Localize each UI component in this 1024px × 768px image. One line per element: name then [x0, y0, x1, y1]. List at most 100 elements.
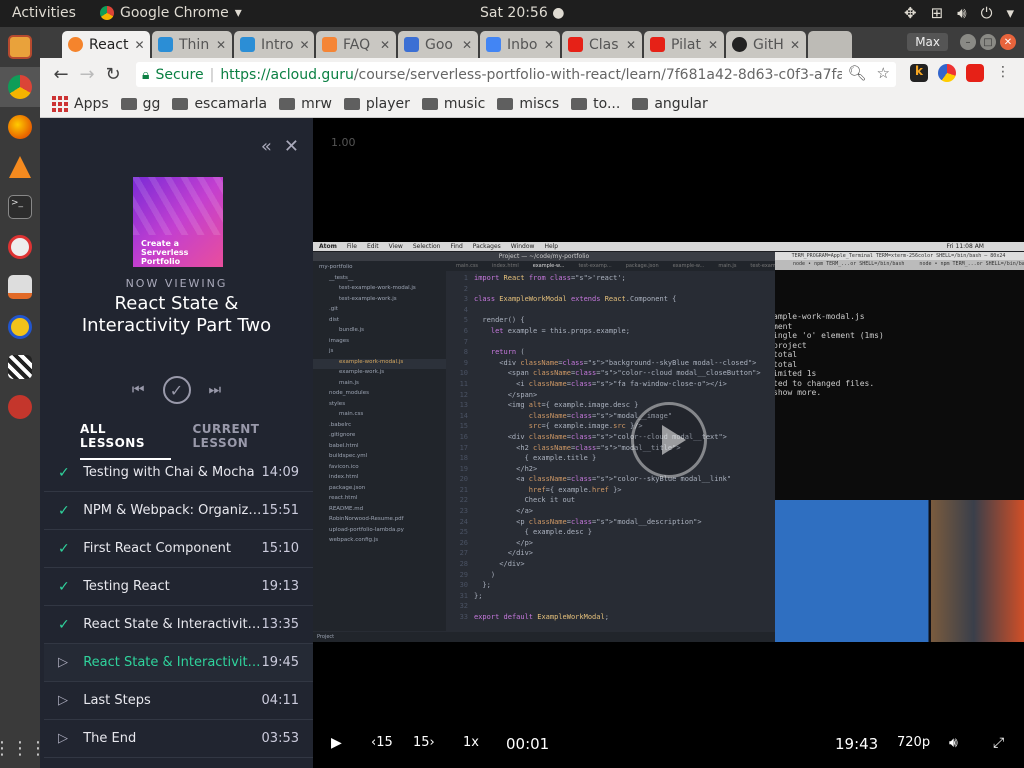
lesson-item-current[interactable]: ▷ React State & Interactivity Pa...19:45	[44, 644, 313, 682]
collapse-icon[interactable]: «	[261, 136, 272, 157]
code-line: 25 { example.desc }	[459, 528, 593, 537]
dock-terminal[interactable]: >_	[0, 187, 40, 227]
close-icon[interactable]: ✕	[544, 38, 554, 52]
desktop-wallpaper	[773, 500, 1024, 642]
close-icon[interactable]: ✕	[790, 38, 800, 52]
forward-button[interactable]: 15›	[413, 735, 435, 750]
dock-firefox[interactable]	[0, 107, 40, 147]
bookmark-folder[interactable]: gg	[120, 96, 160, 112]
play-circle-icon: ▷	[58, 655, 68, 670]
tab-inbox[interactable]: Inbo ✕	[480, 31, 560, 58]
url-path: /course/serverless-portfolio-with-react/…	[353, 66, 891, 83]
reload-button[interactable]: ↻	[100, 64, 126, 85]
dock-clapper[interactable]	[0, 347, 40, 387]
playback-rate-button[interactable]: 1x	[463, 735, 479, 750]
tab-intro[interactable]: Intro ✕	[234, 31, 314, 58]
tab-google[interactable]: Goo ✕	[398, 31, 478, 58]
app-menu[interactable]: Google Chrome ▾	[100, 5, 242, 21]
tab-react[interactable]: React ✕	[62, 31, 150, 58]
volume-icon[interactable]: 🔊︎	[957, 4, 966, 22]
dock-files[interactable]	[0, 27, 40, 67]
bookmark-label: angular	[654, 95, 708, 112]
tree-item: index.html	[329, 474, 359, 480]
rewind-button[interactable]: ‹15	[371, 735, 393, 750]
lesson-item[interactable]: ▷ The End 03:53	[44, 720, 313, 758]
close-icon[interactable]: ✕	[284, 136, 299, 157]
close-icon[interactable]: ✕	[300, 38, 310, 52]
bookmark-folder[interactable]: to...	[571, 96, 620, 112]
dock-help[interactable]	[0, 227, 40, 267]
video-player[interactable]: 1.00 Atom File Edit View Selection Find …	[313, 118, 1024, 768]
tab-faq[interactable]: FAQ ✕	[316, 31, 396, 58]
dock-vlc[interactable]	[0, 147, 40, 187]
tab-label: Inbo	[507, 36, 538, 53]
play-overlay-icon[interactable]	[631, 402, 707, 478]
terminal-line: ment	[773, 321, 793, 331]
close-button[interactable]: ✕	[1000, 34, 1016, 50]
profile-button[interactable]: Max	[907, 33, 948, 51]
lesson-item[interactable]: ✓ Testing React 19:13	[44, 568, 313, 606]
bookmark-folder[interactable]: miscs	[497, 96, 559, 112]
lesson-item[interactable]: ✓ NPM & Webpack: Organizing ...15:51	[44, 492, 313, 530]
dock-headphones[interactable]	[0, 307, 40, 347]
maximize-button[interactable]: □	[980, 34, 996, 50]
lesson-item[interactable]: ✓ Testing with Chai & Mocha 14:09	[44, 454, 313, 492]
lesson-name: Last Steps	[83, 693, 151, 708]
clock[interactable]: Sat 20:56 ●	[480, 5, 564, 21]
bookmark-folder[interactable]: angular	[632, 95, 708, 112]
dropbox-icon[interactable]: ✥	[904, 4, 917, 22]
complete-check-icon[interactable]: ✓	[162, 376, 191, 404]
close-icon[interactable]: ✕	[462, 38, 472, 52]
close-icon[interactable]: ✕	[134, 38, 144, 52]
menu-icon[interactable]: ⋮	[994, 64, 1012, 82]
browser-window: React ✕ Thin ✕ Intro ✕ FAQ ✕ Goo ✕ Inbo ✕ Clas…	[40, 27, 1024, 118]
previous-lesson-icon[interactable]: ⏮	[132, 382, 145, 398]
network-icon[interactable]: ⊞	[931, 4, 944, 22]
show-apps-button[interactable]: ⋮⋮⋮	[0, 728, 47, 768]
folder-icon	[571, 97, 588, 110]
code-line: 13 <img alt={ example.image.desc }	[459, 401, 639, 410]
address-bar[interactable]: 🔒︎ Secure | https://acloud.guru/course/s…	[136, 62, 896, 87]
tab-classes[interactable]: Clas ✕	[562, 31, 642, 58]
power-icon[interactable]: ⏻	[981, 4, 993, 22]
code-line: 10 <span className=class="s">"color--clo…	[459, 369, 761, 378]
zoom-icon[interactable]: 🔍︎	[848, 64, 867, 82]
play-icon[interactable]: ▶	[331, 735, 342, 751]
bookmark-folder[interactable]: mrw	[279, 96, 332, 112]
close-icon[interactable]: ✕	[708, 38, 718, 52]
tab-pilates[interactable]: Pilat ✕	[644, 31, 724, 58]
lesson-item[interactable]: ✓ React State & Interactivity Pa...13:35	[44, 606, 313, 644]
close-icon[interactable]: ✕	[626, 38, 636, 52]
tab-label: Clas	[589, 36, 619, 53]
minimize-button[interactable]: –	[960, 34, 976, 50]
bookmark-label: music	[443, 95, 486, 112]
close-icon[interactable]: ✕	[380, 38, 390, 52]
lesson-item[interactable]: ✓ First React Component 15:10	[44, 530, 313, 568]
quality-button[interactable]: 720p	[897, 735, 930, 750]
forward-button[interactable]: →	[74, 64, 100, 85]
dock-installer[interactable]	[0, 267, 40, 307]
next-lesson-icon[interactable]: ⏭	[209, 382, 222, 398]
k-extension-icon[interactable]: k	[910, 64, 928, 82]
activities-button[interactable]: Activities	[12, 5, 76, 21]
chevron-down-icon[interactable]: ▾	[1006, 4, 1014, 22]
tab-thin[interactable]: Thin ✕	[152, 31, 232, 58]
star-icon[interactable]: ☆	[877, 64, 890, 82]
fullscreen-icon[interactable]: ⤢	[993, 735, 1004, 751]
bookmark-folder[interactable]: escamarla	[172, 96, 267, 112]
back-button[interactable]: ←	[48, 64, 74, 85]
bookmark-folder[interactable]: player	[343, 96, 410, 112]
video-frame[interactable]: Atom File Edit View Selection Find Packa…	[313, 242, 1024, 642]
bookmark-apps[interactable]: Apps	[52, 95, 109, 112]
volume-icon[interactable]: 🔊︎	[949, 735, 958, 751]
calendar-icon	[404, 37, 419, 52]
bookmark-folder[interactable]: music	[421, 95, 486, 112]
dock-chrome[interactable]	[0, 67, 40, 107]
new-tab-button[interactable]	[808, 31, 852, 58]
dock-settings[interactable]	[0, 387, 40, 427]
lesson-item[interactable]: ▷ Last Steps 04:11	[44, 682, 313, 720]
close-icon[interactable]: ✕	[216, 38, 226, 52]
tab-github[interactable]: GitH ✕	[726, 31, 806, 58]
color-extension-icon[interactable]	[938, 64, 956, 82]
youtube-extension-icon[interactable]	[966, 64, 984, 82]
